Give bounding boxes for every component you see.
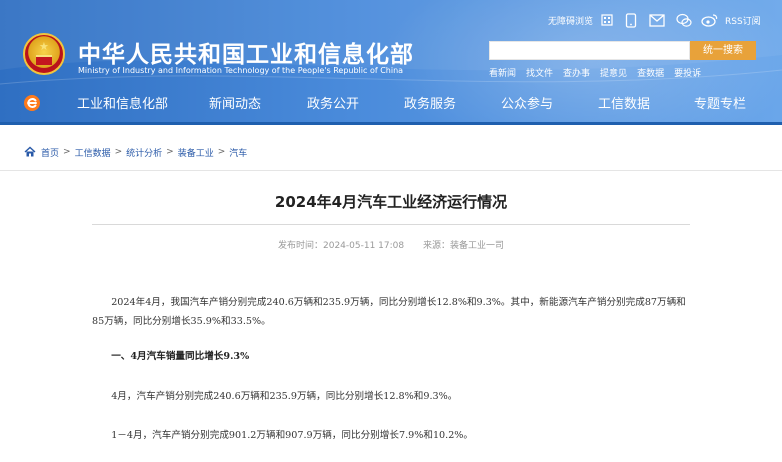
nav-item-news[interactable]: 新闻动态 [209, 93, 261, 112]
weibo-icon[interactable] [701, 11, 718, 29]
divider [0, 170, 782, 171]
quick-link-news[interactable]: 看新闻 [489, 66, 516, 79]
quick-link-services[interactable]: 查办事 [563, 66, 590, 79]
search-button[interactable]: 统一搜索 [690, 41, 756, 60]
quick-link-files[interactable]: 找文件 [526, 66, 553, 79]
national-emblem[interactable]: ★ [23, 33, 65, 75]
quick-link-complaint[interactable]: 要投诉 [674, 66, 701, 79]
rss-label[interactable]: RSS订阅 [725, 14, 761, 27]
quick-link-data[interactable]: 查数据 [637, 66, 664, 79]
rss-link[interactable]: RSS订阅 [725, 11, 761, 29]
emblem-star-icon: ★ [39, 40, 49, 53]
quick-link-feedback[interactable]: 提意见 [600, 66, 627, 79]
emblem-gate-icon [36, 55, 52, 65]
breadcrumb-data[interactable]: 工信数据 [75, 146, 111, 159]
util-accessibility[interactable]: 无障碍浏览 [548, 11, 593, 29]
header-bottom-border [0, 122, 782, 125]
title-divider [92, 224, 690, 225]
article-paragraph: 2024年4月，我国汽车产销分别完成240.6万辆和235.9万辆，同比分别增长… [92, 297, 686, 327]
wechat-icon[interactable] [676, 11, 692, 29]
quick-links: 看新闻 找文件 查办事 提意见 查数据 要投诉 [489, 66, 711, 79]
brand-e-icon[interactable] [23, 94, 41, 112]
nav-item-miit[interactable]: 工业和信息化部 [77, 93, 168, 112]
breadcrumb-equipment[interactable]: 装备工业 [178, 146, 214, 159]
article-paragraph: 1－4月，汽车产销分别完成901.2万辆和907.9万辆，同比分别增长7.9%和… [111, 430, 474, 441]
article-source: 来源：装备工业一司 [422, 241, 504, 251]
site-title[interactable]: 中华人民共和国工业和信息化部 [78, 35, 414, 69]
nav-item-gov-affairs[interactable]: 政务公开 [307, 93, 359, 112]
article-meta: 发布时间：2024-05-11 17:08 来源：装备工业一司 [0, 238, 782, 251]
breadcrumb-separator: > [217, 147, 226, 157]
nav-item-gov-services[interactable]: 政务服务 [404, 93, 456, 112]
breadcrumb-separator: > [63, 147, 71, 157]
search-input[interactable] [489, 41, 690, 60]
mobile-icon[interactable] [625, 11, 637, 29]
breadcrumb-automobile[interactable]: 汽车 [229, 146, 247, 159]
breadcrumb: 首页 > 工信数据 > 统计分析 > 装备工业 > 汽车 [24, 145, 247, 159]
breadcrumb-home[interactable]: 首页 [41, 146, 59, 159]
site-header: ★ 中华人民共和国工业和信息化部 Ministry of Industry an… [0, 0, 782, 124]
weibo-qr-icon[interactable] [600, 11, 614, 29]
section-heading: 一、4月汽车销量同比增长9.3% [111, 351, 250, 362]
email-icon[interactable] [649, 11, 665, 29]
article-paragraph: 4月，汽车产销分别完成240.6万辆和235.9万辆，同比分别增长12.8%和9… [111, 391, 458, 402]
breadcrumb-statistics[interactable]: 统计分析 [126, 146, 162, 159]
site-subtitle: Ministry of Industry and Information Tec… [78, 66, 404, 75]
breadcrumb-separator: > [114, 147, 123, 157]
home-icon[interactable] [24, 146, 36, 158]
nav-item-data[interactable]: 工信数据 [598, 93, 650, 112]
publish-time: 发布时间：2024-05-11 17:08 [278, 241, 405, 251]
breadcrumb-separator: > [166, 147, 174, 157]
accessibility-link[interactable]: 无障碍浏览 [548, 14, 593, 27]
article-title: 2024年4月汽车工业经济运行情况 [274, 193, 508, 211]
nav-item-topics[interactable]: 专题专栏 [694, 93, 746, 112]
nav-item-public[interactable]: 公众参与 [501, 93, 553, 112]
